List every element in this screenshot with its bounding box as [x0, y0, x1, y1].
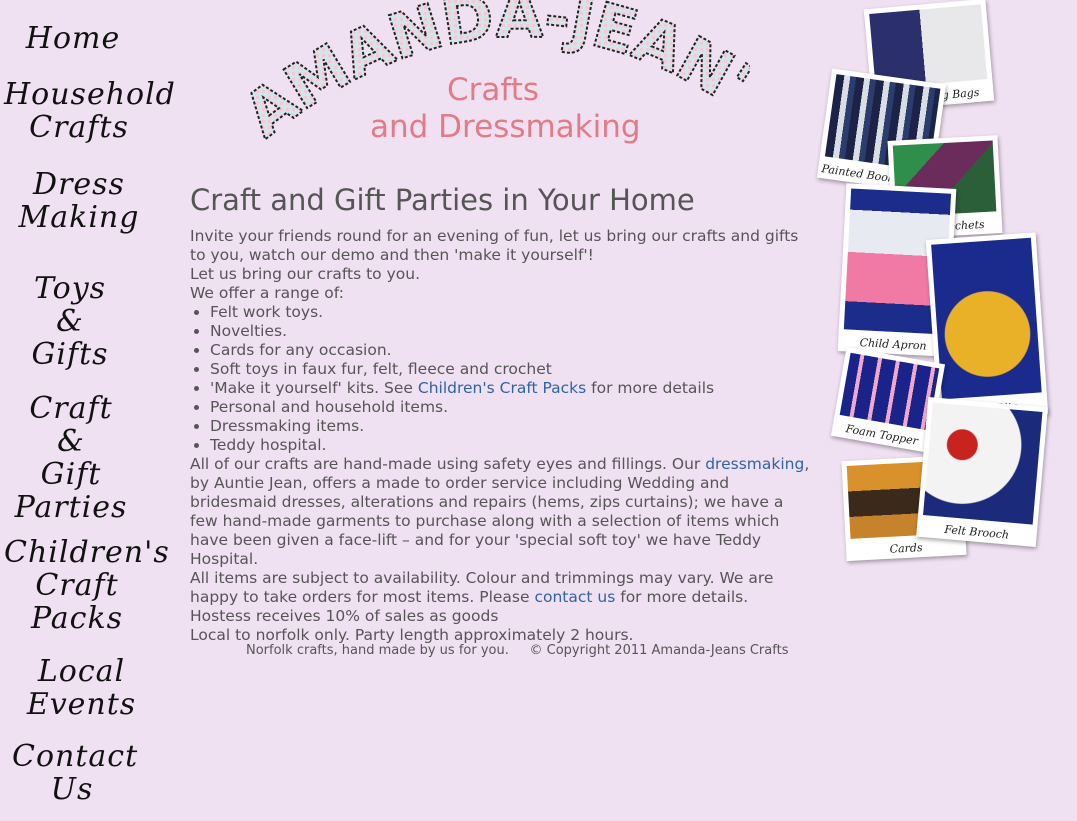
tagline-dressmaking: and Dressmaking [370, 109, 641, 145]
nav-toys-gifts[interactable]: Toys & Gifts [10, 272, 130, 371]
list-item: Teddy hospital. [210, 436, 815, 455]
nav-contact-us[interactable]: Contact Us [12, 740, 137, 806]
offer-text: We offer a range of: [190, 284, 344, 302]
photo-hair-bits: Hair Bits [925, 232, 1049, 422]
main-nav: Home Household Crafts Dress Making Toys … [0, 0, 175, 821]
main-content: Craft and Gift Parties in Your Home Invi… [190, 183, 815, 645]
photo-collage: Drawstring Bags Painted Bookmarks Soap S… [816, 0, 1077, 580]
list-item: Personal and household items. [210, 398, 815, 417]
footer: Norfolk crafts, hand made by us for you.… [246, 643, 789, 658]
tagline-crafts: Crafts [447, 72, 540, 108]
list-item: Soft toys in faux fur, felt, fleece and … [210, 360, 815, 379]
hostess-text: Hostess receives 10% of sales as goods [190, 607, 499, 625]
nav-childrens-craft-packs[interactable]: Children's Craft Packs [4, 536, 169, 635]
nav-home[interactable]: Home [18, 22, 128, 55]
photo-felt-brooch: Felt Brooch [916, 397, 1048, 547]
offer-list: Felt work toys. Novelties. Cards for any… [190, 303, 815, 455]
contact-us-link[interactable]: contact us [534, 588, 615, 606]
list-item: Felt work toys. [210, 303, 815, 322]
list-item: Dressmaking items. [210, 417, 815, 436]
nav-local-events[interactable]: Local Events [14, 655, 149, 721]
nav-craft-gift-parties[interactable]: Craft & Gift Parties [6, 392, 136, 524]
list-item: Cards for any occasion. [210, 341, 815, 360]
intro-text: Invite your friends round for an evening… [190, 227, 799, 264]
bring-text: Let us bring our crafts to you. [190, 265, 420, 283]
nav-dress-making[interactable]: Dress Making [14, 168, 144, 234]
childrens-craft-packs-link[interactable]: Children's Craft Packs [418, 379, 586, 397]
kits-text-end: for more details [586, 379, 715, 397]
page-title: Craft and Gift Parties in Your Home [190, 183, 695, 217]
site-header: AMANDA-JEAN'S Crafts and Dressmaking [250, 0, 750, 180]
list-item: Novelties. [210, 322, 815, 341]
availability-paragraph: All items are subject to availability. C… [190, 569, 774, 606]
dressmaking-link[interactable]: dressmaking [705, 455, 804, 473]
crafts-paragraph: All of our crafts are hand-made using sa… [190, 455, 810, 568]
nav-household-crafts[interactable]: Household Crafts [4, 78, 175, 144]
list-item: 'Make it yourself' kits. See Children's … [210, 379, 815, 398]
kits-text: 'Make it yourself' kits. See [210, 379, 418, 397]
